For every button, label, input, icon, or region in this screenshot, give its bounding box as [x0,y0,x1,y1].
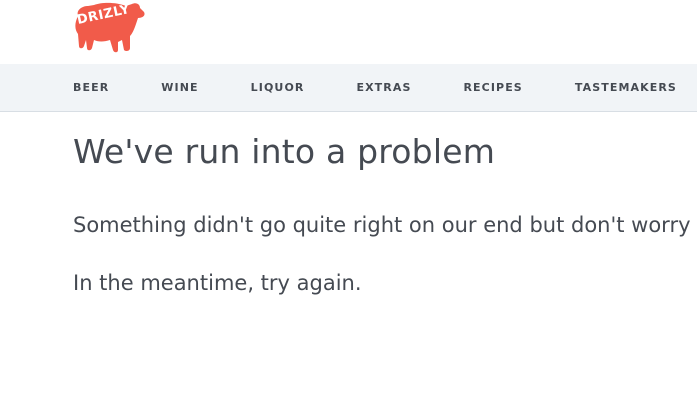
nav-item-recipes[interactable]: RECIPES [463,81,522,94]
error-message: Something didn't go quite right on our e… [73,213,691,237]
nav-item-liquor[interactable]: LIQUOR [251,81,305,94]
bear-logo-icon: DRIZLY [75,2,145,53]
nav-item-extras[interactable]: EXTRAS [356,81,411,94]
nav-item-beer[interactable]: BEER [73,81,109,94]
site-header: DRIZLY [0,0,697,64]
nav-item-tastemakers[interactable]: TASTEMAKERS [575,81,677,94]
page-title: We've run into a problem [73,132,496,171]
retry-message: In the meantime, try again. [73,271,362,295]
primary-nav: BEER WINE LIQUOR EXTRAS RECIPES TASTEMAK… [0,64,697,112]
drizly-logo[interactable]: DRIZLY [72,0,146,56]
nav-item-wine[interactable]: WINE [161,81,198,94]
